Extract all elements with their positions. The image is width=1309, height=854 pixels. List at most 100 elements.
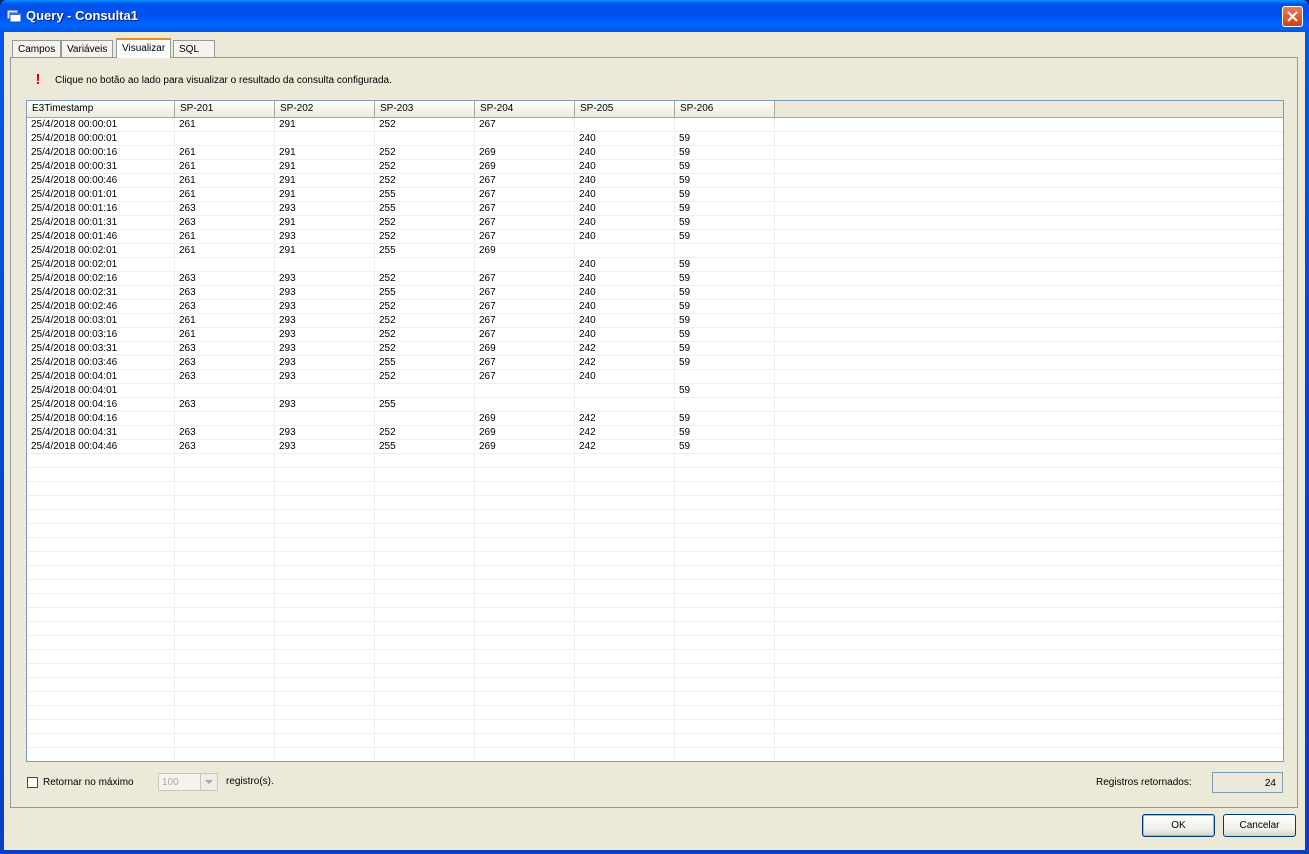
table-cell: 293 [279,329,296,340]
empty-row [27,482,1283,496]
registros-label: registro(s). [226,776,274,787]
table-cell: 25/4/2018 00:04:16 [31,413,118,424]
table-row[interactable]: 25/4/2018 00:02:31 263 293 255 267 240 59 [27,286,1283,300]
table-cell: 267 [479,315,496,326]
table-cell: 252 [379,427,396,438]
table-cell: 240 [579,147,596,158]
close-button[interactable] [1282,6,1303,27]
table-cell: 25/4/2018 00:00:46 [31,175,118,186]
table-cell [275,132,375,146]
table-cell: 240 [579,371,596,382]
table-row[interactable]: 25/4/2018 00:04:31 263 293 252 269 242 59 [27,426,1283,440]
table-cell [175,384,275,398]
table-cell: 25/4/2018 00:02:01 [31,259,118,270]
column-header[interactable]: SP-203 [375,101,475,117]
table-row[interactable]: 25/4/2018 00:01:31 263 291 252 267 240 59 [27,216,1283,230]
table-cell: 252 [379,315,396,326]
table-row[interactable]: 25/4/2018 00:02:46 263 293 252 267 240 59 [27,300,1283,314]
table-cell: 267 [479,273,496,284]
table-row[interactable]: 25/4/2018 00:02:01 261 291 255 269 [27,244,1283,258]
tab-label: SQL [179,44,200,55]
tab-campos[interactable]: Campos [12,40,62,57]
empty-row [27,538,1283,552]
tab-sql[interactable]: SQL [173,40,215,57]
table-cell: 263 [179,343,196,354]
column-header[interactable]: SP-202 [275,101,375,117]
table-cell: 252 [379,217,396,228]
table-cell: 293 [279,427,296,438]
table-row[interactable]: 25/4/2018 00:01:46 261 293 252 267 240 59 [27,230,1283,244]
ok-button[interactable]: OK [1142,814,1215,837]
table-row[interactable]: 25/4/2018 00:00:31 261 291 252 269 240 59 [27,160,1283,174]
table-row[interactable]: 25/4/2018 00:03:31 263 293 252 269 242 59 [27,342,1283,356]
table-row[interactable]: 25/4/2018 00:04:01 59 [27,384,1283,398]
table-row[interactable]: 25/4/2018 00:00:01 261 291 252 267 [27,118,1283,132]
table-cell: 293 [279,399,296,410]
table-cell: 269 [479,161,496,172]
empty-row [27,454,1283,468]
table-row[interactable]: 25/4/2018 00:04:46 263 293 255 269 242 59 [27,440,1283,454]
table-cell: 267 [479,175,496,186]
exclamation-icon[interactable]: ! [33,72,43,88]
table-cell: 255 [379,357,396,368]
table-cell: 255 [379,441,396,452]
table-cell [375,384,475,398]
empty-row [27,664,1283,678]
chevron-down-icon [205,780,213,784]
table-cell [375,132,475,146]
table-row[interactable]: 25/4/2018 00:04:16 263 293 255 [27,398,1283,412]
table-cell: 240 [579,315,596,326]
table-cell: 25/4/2018 00:01:31 [31,217,118,228]
table-row[interactable]: 25/4/2018 00:01:16 263 293 255 267 240 59 [27,202,1283,216]
table-row[interactable]: 25/4/2018 00:00:01 240 59 [27,132,1283,146]
table-row[interactable]: 25/4/2018 00:03:46 263 293 255 267 242 59 [27,356,1283,370]
table-cell: 267 [479,217,496,228]
table-cell: 242 [579,413,596,424]
table-cell: 291 [279,147,296,158]
table-row[interactable]: 25/4/2018 00:01:01 261 291 255 267 240 59 [27,188,1283,202]
table-row[interactable]: 25/4/2018 00:04:16 269 242 59 [27,412,1283,426]
column-header[interactable]: SP-201 [175,101,275,117]
table-cell: 59 [679,273,691,284]
table-row[interactable]: 25/4/2018 00:04:01 263 293 252 267 240 [27,370,1283,384]
table-cell: 261 [179,175,196,186]
table-row[interactable]: 25/4/2018 00:02:01 240 59 [27,258,1283,272]
table-cell: 293 [279,231,296,242]
tab-visualizar[interactable]: Visualizar [116,38,172,58]
table-cell: 25/4/2018 00:00:01 [31,133,118,144]
empty-row [27,622,1283,636]
table-cell: 25/4/2018 00:01:16 [31,203,118,214]
column-header[interactable]: E3Timestamp [27,101,175,117]
empty-row [27,748,1283,761]
max-records-checkbox[interactable] [27,777,38,788]
table-row[interactable]: 25/4/2018 00:00:46 261 291 252 267 240 59 [27,174,1283,188]
empty-row [27,706,1283,720]
tab-variaveis[interactable]: Variáveis [61,40,114,57]
empty-row [27,650,1283,664]
column-header[interactable]: SP-204 [475,101,575,117]
table-cell: 240 [579,161,596,172]
table-row[interactable]: 25/4/2018 00:00:16 261 291 252 269 240 59 [27,146,1283,160]
table-cell: 59 [679,329,691,340]
table-cell: 255 [379,203,396,214]
table-cell: 240 [579,217,596,228]
table-cell: 59 [679,161,691,172]
table-cell: 255 [379,189,396,200]
table-cell: 25/4/2018 00:02:01 [31,245,118,256]
table-row[interactable]: 25/4/2018 00:02:16 263 293 252 267 240 59 [27,272,1283,286]
table-row[interactable]: 25/4/2018 00:03:16 261 293 252 267 240 59 [27,328,1283,342]
table-cell: 269 [479,343,496,354]
table-row[interactable]: 25/4/2018 00:03:01 261 293 252 267 240 59 [27,314,1283,328]
column-header[interactable]: SP-205 [575,101,675,117]
table-cell: 59 [679,315,691,326]
table-cell [275,384,375,398]
table-cell: 263 [179,217,196,228]
empty-row [27,720,1283,734]
column-header[interactable]: SP-206 [675,101,775,117]
table-cell [575,384,675,398]
results-grid[interactable]: E3Timestamp SP-201 SP-202 SP-203 SP-204 SP-20… [26,100,1284,762]
cancel-button[interactable]: Cancelar [1223,814,1296,837]
title-bar[interactable]: Query - Consulta1 [0,0,1309,32]
table-cell [275,412,375,426]
table-cell: 263 [179,203,196,214]
